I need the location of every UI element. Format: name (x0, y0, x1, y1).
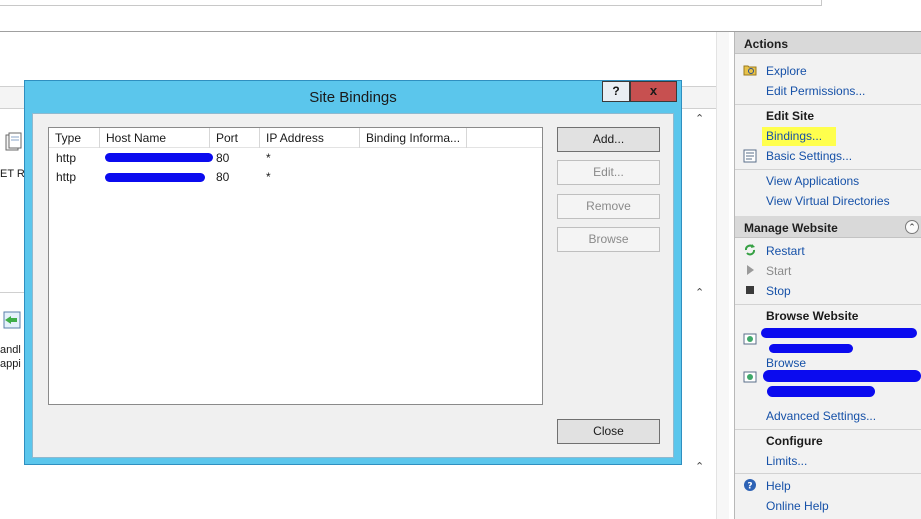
redaction-mark (769, 344, 853, 353)
configure-title: Configure (766, 434, 823, 448)
start-link[interactable]: Start (766, 264, 791, 278)
chevron-up-icon[interactable]: ⌃ (695, 112, 704, 125)
bindings-list[interactable]: Type Host Name Port IP Address Binding I… (48, 127, 543, 405)
redaction-mark (761, 328, 917, 338)
stop-icon (746, 286, 754, 294)
table-row[interactable]: http 80 * (49, 149, 542, 168)
restart-icon (745, 244, 755, 256)
explore-link[interactable]: Explore (766, 64, 807, 78)
cell-port: 80 (216, 151, 230, 165)
document-stack-icon (5, 132, 22, 151)
cell-type: http (56, 151, 77, 165)
manage-website-header: Manage Website (735, 216, 921, 238)
redaction-mark (767, 386, 875, 397)
bindings-link[interactable]: Bindings... (762, 127, 837, 146)
bindings-list-header: Type Host Name Port IP Address Binding I… (49, 128, 542, 148)
section-divider (735, 169, 921, 170)
stop-link[interactable]: Stop (766, 284, 791, 298)
section-divider (735, 104, 921, 105)
section-divider (735, 473, 921, 474)
section-divider (735, 304, 921, 305)
column-header-host-name[interactable]: Host Name (100, 128, 210, 148)
chevron-up-icon[interactable]: ⌃ (695, 460, 704, 473)
browse-binding-button[interactable]: Browse (557, 227, 660, 252)
limits-link[interactable]: Limits... (766, 454, 807, 468)
actions-pane: Actions Explore Edit Permissions... Edit… (734, 32, 921, 519)
help-link[interactable]: Help (766, 479, 791, 493)
redaction-mark (105, 153, 213, 162)
redaction-mark (763, 370, 921, 382)
start-icon (747, 265, 754, 275)
column-header-type[interactable]: Type (49, 128, 100, 148)
explore-folder-icon (743, 65, 757, 76)
add-binding-button[interactable]: Add... (557, 127, 660, 152)
settings-sheet-icon (743, 149, 757, 163)
edit-site-title: Edit Site (766, 109, 815, 123)
cell-port: 80 (216, 170, 230, 184)
chevron-up-icon[interactable]: ⌃ (695, 286, 704, 299)
feature-label: ET R (0, 168, 25, 180)
redaction-mark (105, 173, 205, 182)
section-divider (735, 429, 921, 430)
browse-website-title: Browse Website (766, 309, 859, 323)
online-help-link[interactable]: Online Help (766, 499, 829, 513)
svg-text:?: ? (747, 482, 752, 492)
column-header-port[interactable]: Port (210, 128, 260, 148)
view-applications-link[interactable]: View Applications (766, 174, 859, 188)
features-scrollbar[interactable] (716, 32, 729, 519)
cell-type: http (56, 170, 77, 184)
column-header-ip-address[interactable]: IP Address (260, 128, 360, 148)
restart-link[interactable]: Restart (766, 244, 805, 258)
address-bar[interactable] (0, 0, 822, 6)
feature-label: andl (0, 344, 21, 356)
edit-binding-button[interactable]: Edit... (557, 160, 660, 185)
top-toolbar-area (0, 0, 921, 32)
advanced-settings-link[interactable]: Advanced Settings... (766, 409, 876, 423)
cell-ip-address: * (266, 151, 271, 165)
handler-mappings-icon (3, 311, 21, 329)
actions-header: Actions (735, 32, 921, 54)
feature-label: appi (0, 358, 21, 370)
help-button[interactable]: ? (602, 81, 630, 102)
view-virtual-directories-link[interactable]: View Virtual Directories (766, 194, 890, 208)
basic-settings-link[interactable]: Basic Settings... (766, 149, 852, 163)
close-icon[interactable]: x (630, 81, 677, 102)
table-row[interactable]: http 80 * (49, 168, 542, 187)
close-button[interactable]: Close (557, 419, 660, 444)
collapse-icon[interactable]: ⌃ (905, 220, 919, 234)
dialog-title: Site Bindings (309, 89, 397, 106)
column-header-binding-information[interactable]: Binding Informa... (360, 128, 467, 148)
remove-binding-button[interactable]: Remove (557, 194, 660, 219)
site-bindings-dialog: Site Bindings ? x Type Host Name Port IP… (24, 80, 682, 465)
help-icon: ? (744, 479, 756, 492)
edit-permissions-link[interactable]: Edit Permissions... (766, 84, 865, 98)
browse-globe-icon (743, 371, 757, 383)
bindings-label: Bindings... (762, 127, 837, 146)
cell-ip-address: * (266, 170, 271, 184)
dialog-body: Type Host Name Port IP Address Binding I… (32, 113, 674, 458)
browse-globe-icon (743, 333, 757, 345)
browse-link-2[interactable]: Browse (766, 356, 806, 370)
